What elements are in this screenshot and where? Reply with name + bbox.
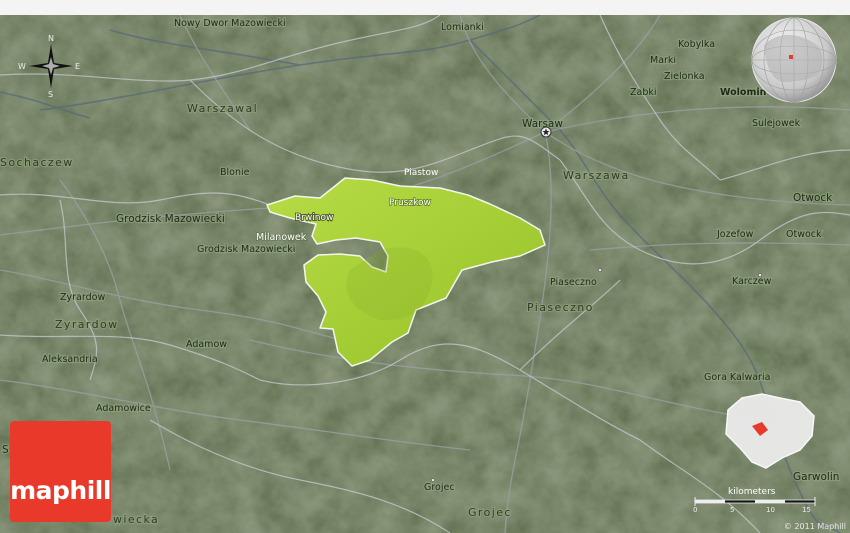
place-label-sulejowek: Sulejowek bbox=[752, 118, 801, 129]
place-label-s: S bbox=[2, 444, 9, 456]
place-label-adamow: Adamow bbox=[186, 339, 227, 350]
place-label-kobylka: Kobylka bbox=[678, 39, 715, 50]
scale-tick-1: 5 bbox=[730, 506, 735, 514]
place-label-wolomin: Wolomin bbox=[720, 87, 767, 98]
place-label-grodzisk-region: Grodzisk Mazowiecki bbox=[116, 213, 225, 225]
region-label-grojec: Grojec bbox=[468, 506, 512, 519]
maphill-logo[interactable]: maphill bbox=[10, 421, 111, 522]
globe-inset-icon[interactable] bbox=[751, 17, 837, 103]
place-label-pruszkow: Pruszkow bbox=[389, 198, 431, 208]
place-label-zielonka: Zielonka bbox=[664, 71, 705, 82]
region-label-zyrardow: Zyrardow bbox=[55, 318, 119, 331]
place-label-zabki: Zabki bbox=[630, 87, 657, 98]
region-label-piaseczno: Piaseczno bbox=[527, 301, 594, 314]
place-label-otwock-town: Otwock bbox=[786, 229, 822, 240]
maphill-logo-text: maphill bbox=[10, 476, 111, 505]
compass-n: N bbox=[48, 34, 54, 43]
place-label-piastow: Piastow bbox=[404, 168, 438, 178]
place-label-adamowice: Adamowice bbox=[96, 403, 151, 414]
region-label-wiecka: wiecka bbox=[113, 513, 159, 526]
place-label-garwolin: Garwolin bbox=[793, 471, 839, 483]
place-label-jozefow: Jozefow bbox=[716, 229, 754, 240]
scale-tick-3: 15 bbox=[802, 506, 811, 514]
place-label-karczew: Karczew bbox=[732, 276, 772, 287]
scale-label: kilometers bbox=[728, 487, 776, 497]
place-label-blonie: Blonie bbox=[220, 167, 250, 178]
place-label-zyrardow-town: Zyrardow bbox=[60, 292, 105, 303]
map-viewport[interactable]: Warszawal Warszawa Piaseczno Zyrardow Gr… bbox=[0, 15, 850, 533]
compass-s: S bbox=[48, 90, 53, 99]
place-label-aleksandria: Aleksandria bbox=[42, 354, 98, 365]
capital-star-icon bbox=[540, 126, 552, 138]
region-label-warszawal: Warszawal bbox=[187, 102, 258, 115]
place-label-nowy-dwor: Nowy Dwor Mazowiecki bbox=[174, 18, 286, 29]
scale-tick-2: 10 bbox=[766, 506, 775, 514]
place-label-lomianki: Lomianki bbox=[441, 22, 484, 33]
copyright-notice: © 2011 Maphill bbox=[783, 522, 846, 531]
compass-w: W bbox=[18, 62, 26, 71]
region-label-sochaczew: Sochaczew bbox=[0, 156, 74, 169]
place-label-gora-kalwaria: Gora Kalwaria bbox=[704, 372, 770, 383]
place-label-grodzisk-town: Grodzisk Mazowiecki bbox=[197, 244, 295, 255]
place-label-marki: Marki bbox=[650, 55, 676, 66]
map-canvas: Warszawal Warszawa Piaseczno Zyrardow Gr… bbox=[0, 15, 850, 533]
place-label-milanowek: Milanowek bbox=[256, 232, 307, 243]
place-label-brwinow: Brwinow bbox=[295, 213, 333, 223]
top-strip bbox=[0, 0, 850, 15]
compass-e: E bbox=[75, 62, 80, 71]
place-label-grojec-town: Grojec bbox=[424, 482, 455, 493]
scale-tick-0: 0 bbox=[693, 506, 698, 514]
region-label-warszawa: Warszawa bbox=[563, 169, 630, 182]
place-label-otwock-region: Otwock bbox=[793, 192, 833, 204]
place-label-piaseczno-town: Piaseczno bbox=[550, 277, 597, 288]
